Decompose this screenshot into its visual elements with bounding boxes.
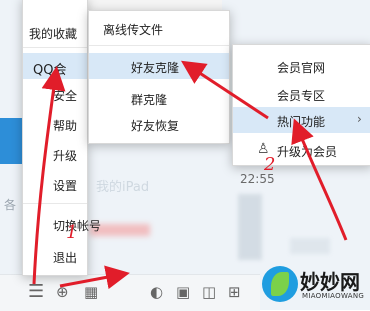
- arrow-to-friend-clone: [180, 60, 269, 120]
- arrow-to-qq-member: [32, 66, 66, 285]
- annotation-number-1: 1: [66, 222, 78, 243]
- annotation-number-2: 2: [264, 154, 276, 175]
- watermark-title: 妙妙网: [300, 270, 360, 294]
- arrow-to-menu-icon: [59, 265, 130, 290]
- watermark-subtitle: MIAOMIAOWANG: [302, 292, 365, 300]
- arrow-to-hot-features: [291, 118, 348, 241]
- annotation-arrows: [32, 60, 348, 290]
